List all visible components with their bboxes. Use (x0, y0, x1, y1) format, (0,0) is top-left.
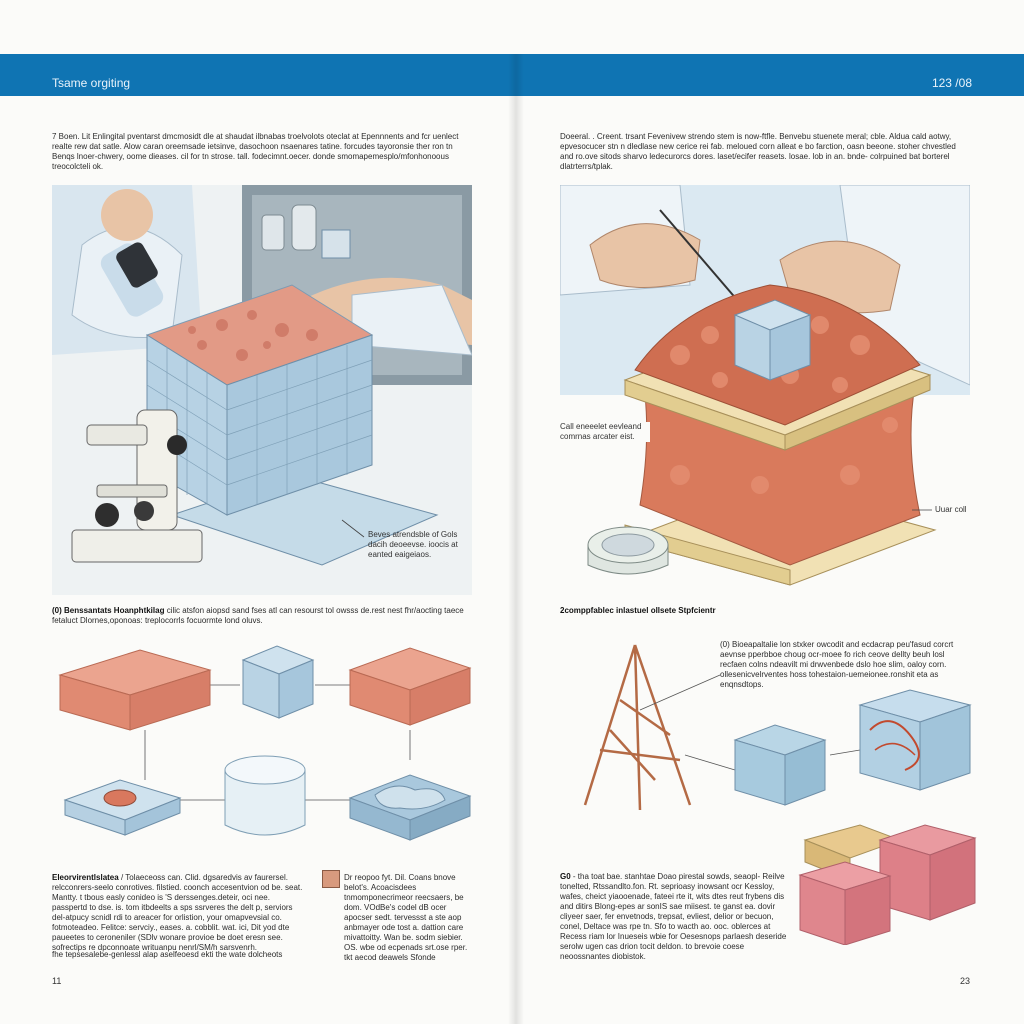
right-section-heading: 2comppfablec inlastuel ollsete Stpfcient… (560, 606, 970, 616)
blue-cube (733, 724, 827, 806)
scaffold-base-plate-2 (348, 774, 472, 841)
right-intro-paragraph: Doeeral. . Creent. trsant Fevenivew stre… (560, 132, 956, 171)
right-bottom-heading: G0 (560, 872, 571, 881)
left-section-heading: (0) Benssantats Hoanphtkilag (52, 606, 165, 615)
scaffold-process-diagram (58, 645, 472, 841)
right-bottom-paragraph: G0 - tha toat bae. stanhtae Doao piresta… (560, 872, 790, 962)
textbook-spread: Tsame orgiting 123 /08 7 Boen. Lit Enlin… (0, 0, 1024, 1024)
scaffold-base-plate-1 (63, 779, 182, 836)
left-intro-paragraph: 7 Boen. Lit Enlingital pventarst dmcmosi… (52, 132, 459, 171)
left-bottom-text: / Tolaeceoss can. Clid. dgsaredvis av fa… (52, 873, 303, 952)
left-section-paragraph: (0) Benssantats Hoanphtkilag cilic atsfo… (52, 606, 472, 626)
fiber-tower (583, 644, 692, 811)
scaffold-cube-1 (241, 645, 315, 719)
vascular-cube (858, 689, 972, 791)
scaffold-insert-cube (733, 299, 812, 381)
running-page-range: 123 /08 (931, 76, 972, 90)
left-bottom-heading: Eleorvirentlslatea (52, 873, 119, 882)
hands-tissue-scaffold-illustration (560, 185, 970, 586)
tissue-cubes (798, 824, 977, 945)
transparent-ring (224, 755, 306, 836)
left-page-number: 11 (52, 976, 62, 986)
running-title: Tsame orgiting (52, 76, 131, 90)
tissue-block-1 (58, 649, 212, 731)
right-figure-label-b: Uuar coll (935, 505, 975, 515)
right-page-number: 23 (960, 976, 971, 986)
petri-dish (587, 526, 669, 575)
bullet-thumbnail-icon (322, 870, 340, 888)
left-bottom-column-1-end: fhe tepsesalebe-genlessl alap aselfeoesd… (52, 950, 283, 959)
tissue-block-2 (348, 647, 472, 726)
right-bottom-text: - tha toat bae. stanhtae Doao pirestal s… (560, 872, 787, 961)
right-section-heading-text: 2comppfablec inlastuel ollsete Stpfcient… (560, 606, 716, 615)
right-figure-label-a: Call eneeelet eevleand comrnas arcater e… (560, 422, 650, 442)
left-figure-callout: Beves atrendsble of Gols dacih deoeevse.… (368, 530, 458, 559)
book-gutter (508, 54, 524, 1024)
left-bottom-column-2: Dr reopoo fyt. Dil. Coans bnove belot's.… (344, 873, 468, 962)
left-bottom-column-1: Eleorvirentlslatea / Tolaeceoss can. Cli… (52, 873, 307, 953)
